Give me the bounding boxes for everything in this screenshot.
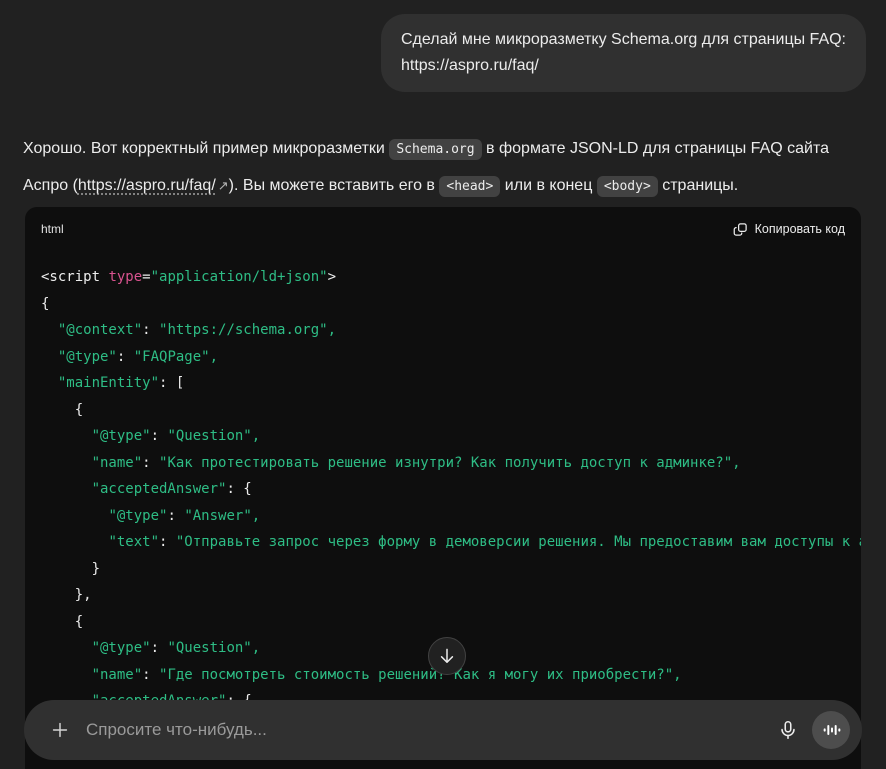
code-line: "acceptedAnswer": { bbox=[41, 476, 845, 503]
copy-code-button[interactable]: Копировать код bbox=[733, 222, 845, 237]
assistant-text-part1: Хорошо. Вот корректный пример микроразме… bbox=[23, 140, 389, 157]
scroll-down-button[interactable] bbox=[428, 637, 466, 675]
inline-code-head-tag: <head> bbox=[439, 176, 500, 197]
plus-icon bbox=[49, 719, 71, 741]
assistant-text-part4: или в конец bbox=[500, 177, 596, 194]
microphone-button[interactable] bbox=[770, 712, 806, 748]
code-line: <script type="application/ld+json"> bbox=[41, 264, 845, 291]
code-line: { bbox=[41, 397, 845, 424]
inline-code-body-tag: <body> bbox=[597, 176, 658, 197]
user-message-bubble: Сделай мне микроразметку Schema.org для … bbox=[381, 14, 866, 92]
copy-icon bbox=[733, 222, 748, 237]
code-line: "text": "Отправьте запрос через форму в … bbox=[41, 529, 845, 556]
code-line: "@type": "FAQPage", bbox=[41, 344, 845, 371]
code-block-header: html Копировать код bbox=[25, 207, 861, 251]
message-input[interactable] bbox=[86, 720, 770, 740]
assistant-message: Хорошо. Вот корректный пример микроразме… bbox=[23, 131, 865, 205]
code-line: } bbox=[41, 556, 845, 583]
code-line: { bbox=[41, 609, 845, 636]
code-line: { bbox=[41, 291, 845, 318]
waveform-icon bbox=[821, 720, 841, 740]
microphone-icon bbox=[777, 719, 799, 741]
code-line: "name": "Как протестировать решение изну… bbox=[41, 450, 845, 477]
code-language-label: html bbox=[41, 222, 64, 236]
faq-page-link[interactable]: https://aspro.ru/faq/ bbox=[78, 177, 216, 194]
code-line: "@type": "Question", bbox=[41, 423, 845, 450]
arrow-down-icon bbox=[437, 646, 457, 666]
code-block: html Копировать код <script type="applic… bbox=[25, 207, 861, 769]
inline-code-schema-org: Schema.org bbox=[389, 139, 481, 160]
attach-plus-button[interactable] bbox=[42, 712, 78, 748]
code-line: "@type": "Answer", bbox=[41, 503, 845, 530]
code-line: "@context": "https://schema.org", bbox=[41, 317, 845, 344]
copy-code-label: Копировать код bbox=[755, 222, 845, 236]
assistant-text-part3: ). Вы можете вставить его в bbox=[229, 177, 440, 194]
code-line: "mainEntity": [ bbox=[41, 370, 845, 397]
composer-bar bbox=[24, 700, 862, 760]
assistant-text-part5: страницы. bbox=[658, 177, 738, 194]
external-link-icon: ↗ bbox=[216, 178, 229, 193]
code-line: }, bbox=[41, 582, 845, 609]
voice-mode-button[interactable] bbox=[812, 711, 850, 749]
